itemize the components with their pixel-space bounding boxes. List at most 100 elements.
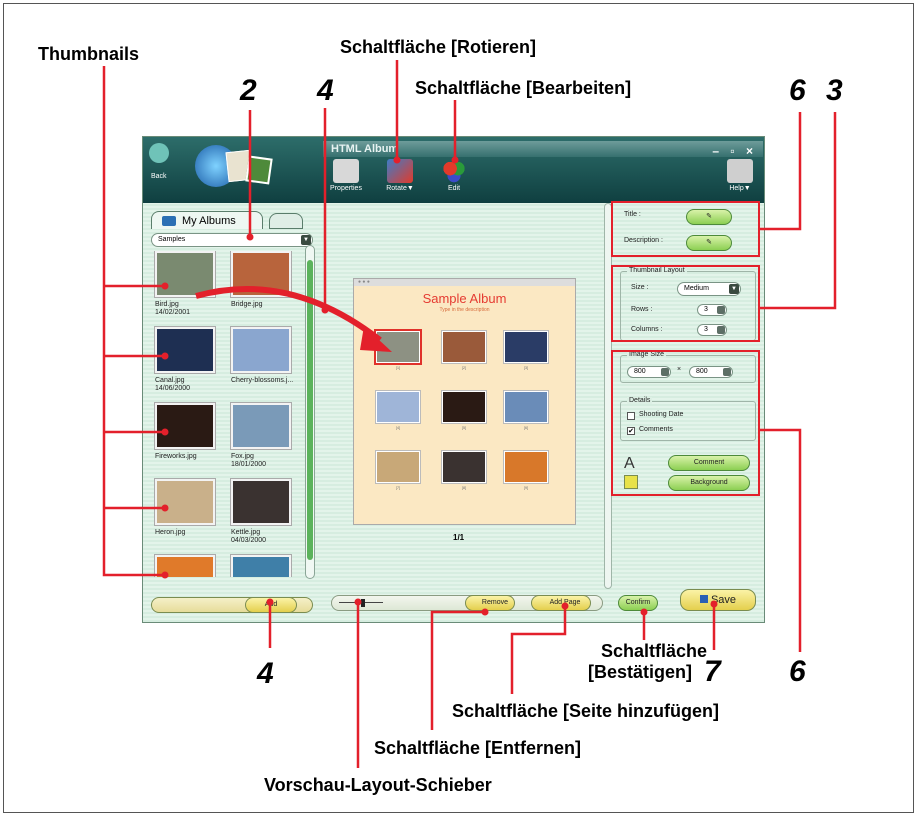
album-photo-caption: [5] <box>461 425 467 430</box>
scrollbar-thumb[interactable] <box>307 260 313 560</box>
album-photo[interactable] <box>504 451 548 483</box>
thumbnail-name: Bridge.jpg <box>231 301 263 308</box>
highlight-title-description <box>611 201 760 257</box>
window-titlebar: HTML Album – ▫ × <box>323 141 763 159</box>
save-button[interactable]: Save <box>680 589 756 611</box>
thumbnail-image <box>155 327 215 373</box>
remove-button[interactable]: Remove <box>465 595 515 611</box>
thumbnail-item[interactable]: Kettle.jpg 04/03/2000 <box>229 479 299 555</box>
callout-confirm-button: Schaltfläche [Bestätigen] <box>588 641 720 683</box>
callout-thumbnails: Thumbnails <box>38 44 140 64</box>
album-photo-caption: [3] <box>523 365 529 370</box>
preview-layout-slider[interactable] <box>339 599 383 607</box>
edit-button[interactable]: Edit <box>429 159 479 192</box>
thumbnail-item[interactable] <box>153 555 223 577</box>
step-number-4-bottom: 4 <box>257 657 274 690</box>
preview-window-bar: ● ● ● <box>354 279 575 286</box>
slider-handle[interactable] <box>361 599 365 607</box>
callout-edit-button: Schaltfläche [Bearbeiten] <box>415 78 632 98</box>
thumbnail-item[interactable]: Heron.jpg <box>153 479 223 555</box>
thumbnail-name: Heron.jpg <box>155 529 186 536</box>
album-select-value: Samples <box>158 236 186 243</box>
properties-button[interactable]: Properties <box>321 159 371 192</box>
thumbnail-date: 14/02/2001 <box>155 309 191 316</box>
thumbnail-item[interactable]: Fox.jpg 18/01/2000 <box>229 403 299 479</box>
step-number-3: 3 <box>826 74 843 107</box>
album-photo[interactable] <box>504 391 548 423</box>
step-number-4-top: 4 <box>317 74 334 107</box>
window-title: HTML Album <box>331 143 399 155</box>
thumbnail-image <box>155 479 215 525</box>
thumbnail-name: Fireworks.jpg <box>155 453 197 460</box>
thumbnail-item[interactable]: Bridge.jpg <box>229 251 299 327</box>
thumbnail-item[interactable]: Bird.jpg 14/02/2001 <box>153 251 223 327</box>
second-tab[interactable] <box>269 213 303 229</box>
thumbnail-item[interactable]: Fireworks.jpg <box>153 403 223 479</box>
add-page-label: Add Page <box>549 599 581 606</box>
my-albums-tab[interactable]: My Albums <box>151 211 263 229</box>
album-photo[interactable] <box>442 331 486 363</box>
help-button[interactable]: Help▼ <box>715 159 765 192</box>
album-photo-caption: [8] <box>461 485 467 490</box>
thumbnail-date: 14/06/2000 <box>155 385 191 392</box>
album-photo[interactable] <box>376 451 420 483</box>
page-indicator: 1/1 <box>453 533 465 542</box>
rotate-icon <box>387 159 413 183</box>
thumbnail-image <box>231 403 291 449</box>
album-photo-caption: [6] <box>523 425 529 430</box>
album-photo-caption: [9] <box>523 485 529 490</box>
window-header: Back HTML Album – ▫ × Properties Rotate▼… <box>143 137 764 203</box>
album-photo[interactable] <box>442 391 486 423</box>
save-label: Save <box>710 594 737 606</box>
thumbnail-name: Kettle.jpg <box>231 529 261 536</box>
confirm-button[interactable]: Confirm <box>618 595 658 611</box>
thumbnail-image <box>231 327 291 373</box>
add-page-button[interactable]: Add Page <box>531 595 591 611</box>
step-number-6-top: 6 <box>789 74 806 107</box>
thumbnail-item[interactable]: Canal.jpg 14/06/2000 <box>153 327 223 403</box>
rotate-button[interactable]: Rotate▼ <box>375 159 425 192</box>
thumbnail-scrollbar[interactable] <box>305 245 315 579</box>
add-button[interactable]: Add <box>245 597 297 613</box>
thumbnail-name: Bird.jpg <box>155 301 179 308</box>
step-number-7: 7 <box>704 655 721 688</box>
album-photo[interactable] <box>442 451 486 483</box>
album-photo[interactable] <box>376 331 420 363</box>
back-arrow-icon[interactable] <box>149 143 169 163</box>
thumbnail-date: 18/01/2000 <box>231 461 267 468</box>
step-number-6-bottom: 6 <box>789 655 806 688</box>
my-albums-tab-label: My Albums <box>182 215 236 227</box>
step-number-2: 2 <box>240 74 257 107</box>
photo-landscape-icon <box>245 155 273 185</box>
album-photo-caption: [7] <box>395 485 401 490</box>
album-select[interactable]: Samples ▼ <box>151 233 313 247</box>
album-description: Type in the description <box>439 307 490 313</box>
thumbnail-grid: Bird.jpg 14/02/2001 Bridge.jpg Canal.jpg 1… <box>153 251 303 577</box>
thumbnail-image <box>231 479 291 525</box>
thumbnail-image <box>231 251 291 297</box>
save-icon <box>699 595 708 603</box>
thumbnail-image <box>231 555 291 577</box>
albums-panel: My Albums Samples ▼ Bird.jpg 14/02/2001 B… <box>147 211 315 621</box>
thumbnail-image <box>155 403 215 449</box>
highlight-image-details <box>611 350 760 496</box>
callout-rotate-button: Schaltfläche [Rotieren] <box>340 37 537 57</box>
properties-icon <box>333 159 359 183</box>
edit-label: Edit <box>447 185 461 192</box>
rotate-label: Rotate▼ <box>386 185 414 192</box>
callout-add-page-button: Schaltfläche [Seite hinzufügen] <box>452 701 720 721</box>
thumbnail-item[interactable] <box>229 555 299 577</box>
thumbnail-image <box>155 555 215 577</box>
album-photo-caption: [2] <box>461 365 467 370</box>
callout-confirm-line1: Schaltfläche <box>600 641 708 661</box>
thumbnail-item[interactable]: Cherry-blossoms.j... <box>229 327 299 403</box>
chevron-down-icon[interactable]: ▼ <box>301 235 311 245</box>
album-photo[interactable] <box>504 331 548 363</box>
preview-area: ● ● ● Sample Album Type in the descripti… <box>325 203 612 621</box>
album-photo[interactable] <box>376 391 420 423</box>
back-label[interactable]: Back <box>151 173 167 180</box>
thumbnail-name: Canal.jpg <box>155 377 185 384</box>
albums-icon <box>162 216 176 226</box>
callout-remove-button: Schaltfläche [Entfernen] <box>374 738 582 758</box>
window-controls[interactable]: – ▫ × <box>712 143 757 159</box>
